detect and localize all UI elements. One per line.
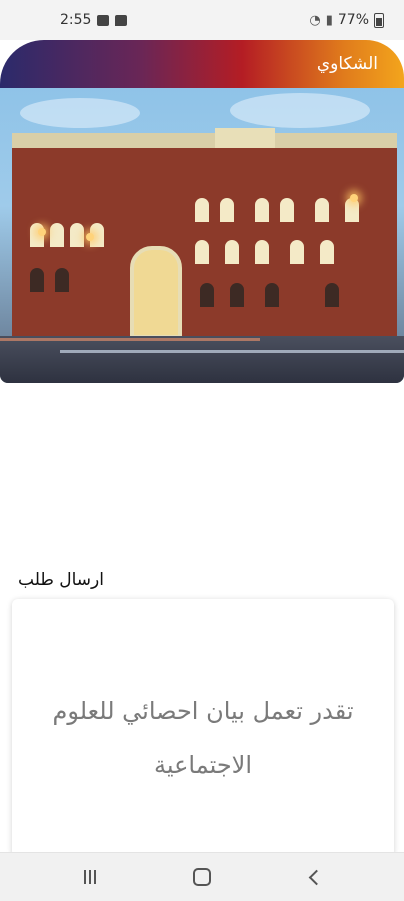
street-lamp bbox=[86, 233, 94, 241]
status-left: 2:55 bbox=[60, 12, 128, 28]
window bbox=[195, 198, 209, 222]
window bbox=[220, 198, 234, 222]
window bbox=[50, 223, 64, 247]
window bbox=[320, 240, 334, 264]
window bbox=[200, 283, 214, 307]
building-entrance bbox=[130, 246, 182, 339]
window bbox=[30, 268, 44, 292]
window bbox=[315, 198, 329, 222]
request-card[interactable]: تقدر تعمل بيان احصائي للعلوم الاجتماعية bbox=[12, 599, 394, 857]
window bbox=[325, 283, 339, 307]
window bbox=[55, 268, 69, 292]
message-notification-icon bbox=[115, 14, 128, 26]
image-carousel[interactable] bbox=[0, 88, 404, 383]
section-title: ارسال طلب bbox=[18, 570, 104, 590]
window bbox=[230, 283, 244, 307]
street-lamp bbox=[38, 228, 46, 236]
cloud bbox=[230, 93, 370, 128]
signal-icon: ▮ bbox=[325, 12, 333, 28]
battery-icon bbox=[374, 12, 384, 28]
status-bar: 2:55 ◔ ▮ 77% bbox=[0, 0, 404, 40]
card-text: تقدر تعمل بيان احصائي للعلوم الاجتماعية bbox=[52, 697, 354, 779]
window bbox=[290, 240, 304, 264]
battery-percentage: 77% bbox=[337, 12, 369, 28]
cloud bbox=[20, 98, 140, 128]
window bbox=[225, 240, 239, 264]
header-title: الشكاوي bbox=[316, 54, 378, 74]
window bbox=[255, 198, 269, 222]
navigation-bar bbox=[0, 852, 404, 901]
window bbox=[255, 240, 269, 264]
street-lamp bbox=[350, 194, 358, 202]
window bbox=[280, 198, 294, 222]
status-right: ◔ ▮ 77% bbox=[309, 12, 384, 28]
car-light-trail bbox=[0, 338, 260, 341]
back-icon[interactable] bbox=[306, 865, 326, 889]
wifi-icon: ◔ bbox=[309, 12, 321, 28]
window bbox=[70, 223, 84, 247]
street bbox=[0, 336, 404, 383]
app-header: الشكاوي bbox=[0, 40, 404, 88]
home-icon[interactable] bbox=[192, 865, 212, 889]
window bbox=[195, 240, 209, 264]
window bbox=[265, 283, 279, 307]
recents-icon[interactable] bbox=[80, 865, 100, 889]
car-light-trail bbox=[60, 350, 404, 353]
status-time: 2:55 bbox=[60, 12, 92, 28]
gallery-notification-icon bbox=[97, 14, 110, 26]
